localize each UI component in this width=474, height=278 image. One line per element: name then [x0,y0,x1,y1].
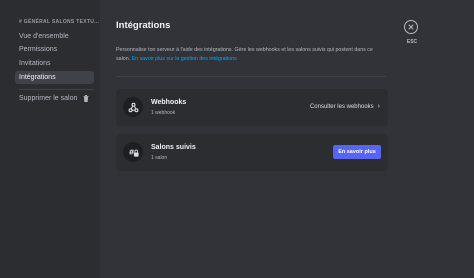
page-title: Intégrations [116,20,171,31]
sidebar-item-overview[interactable]: Vue d'ensemble [15,30,94,43]
sidebar-header: # GÉNÉRAL SALONS TEXTU... [19,19,100,25]
delete-channel-label: Supprimer le salon [19,95,78,102]
sidebar-item-delete-channel[interactable]: Supprimer le salon [15,92,94,105]
close-icon [408,24,414,30]
sidebar-divider [19,89,94,90]
webhooks-count: 1 webhook [151,110,176,116]
integrations-description: Personnalise ton serveur à l'aide des in… [116,46,386,64]
trash-icon [83,95,89,102]
webhook-icon [123,97,143,117]
followed-channel-icon: # [123,142,143,162]
sidebar-item-invitations[interactable]: Invitations [15,57,94,70]
close-button[interactable] [404,20,418,34]
view-webhooks-link[interactable]: Consulter les webhooks › [310,103,380,110]
followed-channels-count: 1 salon [151,155,168,161]
chevron-right-icon: › [377,103,380,110]
webhooks-card[interactable]: Webhooks 1 webhook Consulter les webhook… [116,89,388,126]
view-webhooks-label: Consulter les webhooks [309,104,374,110]
channel-settings-window: # GÉNÉRAL SALONS TEXTU... Vue d'ensemble… [0,0,474,278]
esc-label: ESC [406,39,418,45]
sidebar-item-permissions[interactable]: Permissions [15,43,94,56]
svg-text:#: # [128,147,134,156]
content-divider [116,76,386,77]
followed-channels-card: # Salons suivis 1 salon En savoir plus [116,134,388,171]
learn-more-button[interactable]: En savoir plus [333,145,381,159]
sidebar-item-integrations[interactable]: Intégrations [15,71,94,84]
followed-channels-title: Salons suivis [151,144,196,151]
webhooks-title: Webhooks [151,99,187,106]
settings-sidebar: # GÉNÉRAL SALONS TEXTU... Vue d'ensemble… [0,0,100,278]
learn-more-link[interactable]: En savoir plus sur la gestion des intégr… [132,56,237,62]
